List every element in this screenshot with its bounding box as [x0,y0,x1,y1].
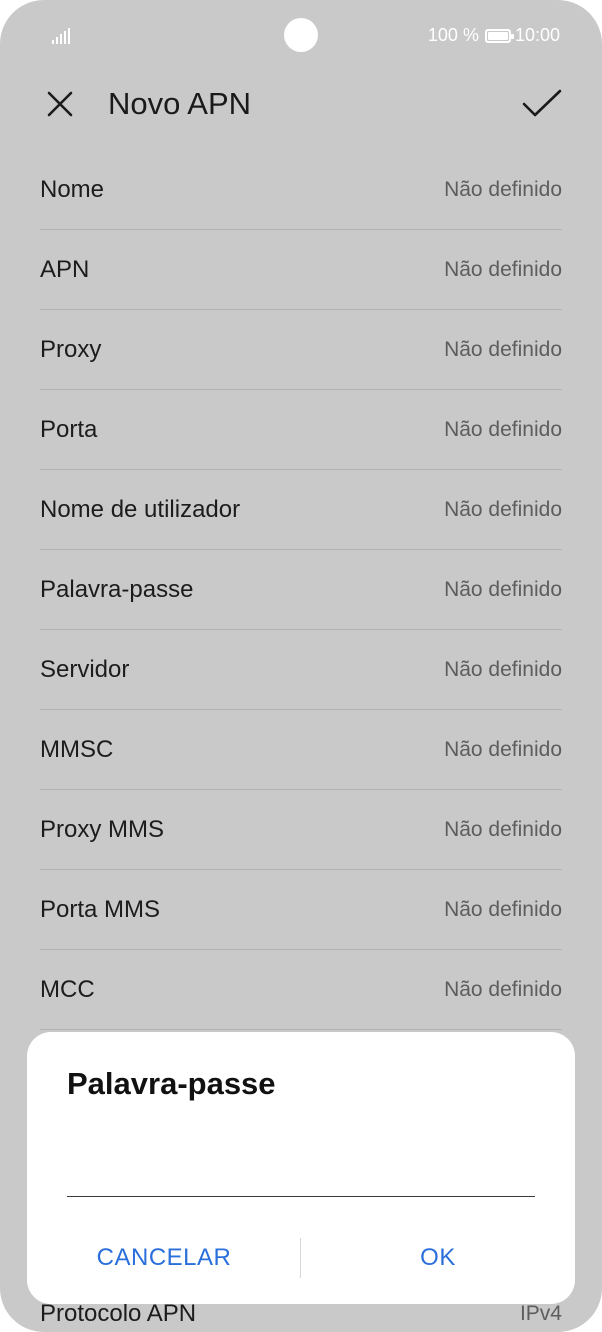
list-item-porta[interactable]: Porta Não definido [40,390,562,470]
page-title: Novo APN [108,86,252,121]
field-label: Nome [40,176,105,203]
field-value: Não definido [444,898,562,921]
field-value: Não definido [444,258,562,281]
list-item-nome-de-utilizador[interactable]: Nome de utilizador Não definido [40,470,562,550]
cancel-button[interactable]: CANCELAR [27,1238,301,1278]
status-bar: 100 % 10:00 [0,0,602,72]
field-value: Não definido [444,738,562,761]
list-item-nome[interactable]: Nome Não definido [40,150,562,230]
close-icon [47,91,73,117]
list-item-proxy[interactable]: Proxy Não definido [40,310,562,390]
check-icon [522,89,562,117]
field-label: Nome de utilizador [40,496,241,523]
list-item-mmsc[interactable]: MMSC Não definido [40,710,562,790]
field-value: Não definido [444,178,562,201]
field-value: Não definido [444,578,562,601]
list-item-palavra-passe[interactable]: Palavra-passe Não definido [40,550,562,630]
field-label: Proxy [40,336,102,363]
confirm-button[interactable] [518,80,566,128]
battery-icon [484,28,514,43]
field-value: Não definido [444,498,562,521]
camera-cutout [284,18,318,52]
field-label: Proxy MMS [40,816,165,843]
status-right: 100 % 10:00 [428,25,560,46]
field-value: Não definido [444,418,562,441]
battery-percent: 100 % [427,25,479,45]
list-item-mcc[interactable]: MCC Não definido [40,950,562,1030]
field-label: Servidor [40,656,130,683]
field-label: Palavra-passe [40,576,194,603]
signal-icon [52,28,72,44]
field-value: Não definido [444,338,562,361]
phone-screen: 100 % 10:00 Novo APN Nome Não definido A… [0,0,602,1332]
password-input[interactable] [67,1160,535,1197]
list-item-proxy-mms[interactable]: Proxy MMS Não definido [40,790,562,870]
field-label: APN [40,256,90,283]
field-label: MMSC [40,736,114,763]
ok-button[interactable]: OK [301,1238,575,1278]
field-label: Porta [40,416,98,443]
field-value: Não definido [444,818,562,841]
status-time: 10:00 [514,25,560,45]
apn-settings-list: Nome Não definido APN Não definido Proxy… [40,150,562,1030]
dialog-title: Palavra-passe [67,1066,276,1101]
field-label: Porta MMS [40,896,161,923]
list-item-servidor[interactable]: Servidor Não definido [40,630,562,710]
list-item-porta-mms[interactable]: Porta MMS Não definido [40,870,562,950]
list-item-apn[interactable]: APN Não definido [40,230,562,310]
password-dialog: Palavra-passe CANCELAR OK [27,1032,575,1304]
close-button[interactable] [40,84,80,124]
field-value: Não definido [444,658,562,681]
app-header: Novo APN [0,72,602,136]
field-label: MCC [40,976,95,1003]
field-value: Não definido [444,978,562,1001]
